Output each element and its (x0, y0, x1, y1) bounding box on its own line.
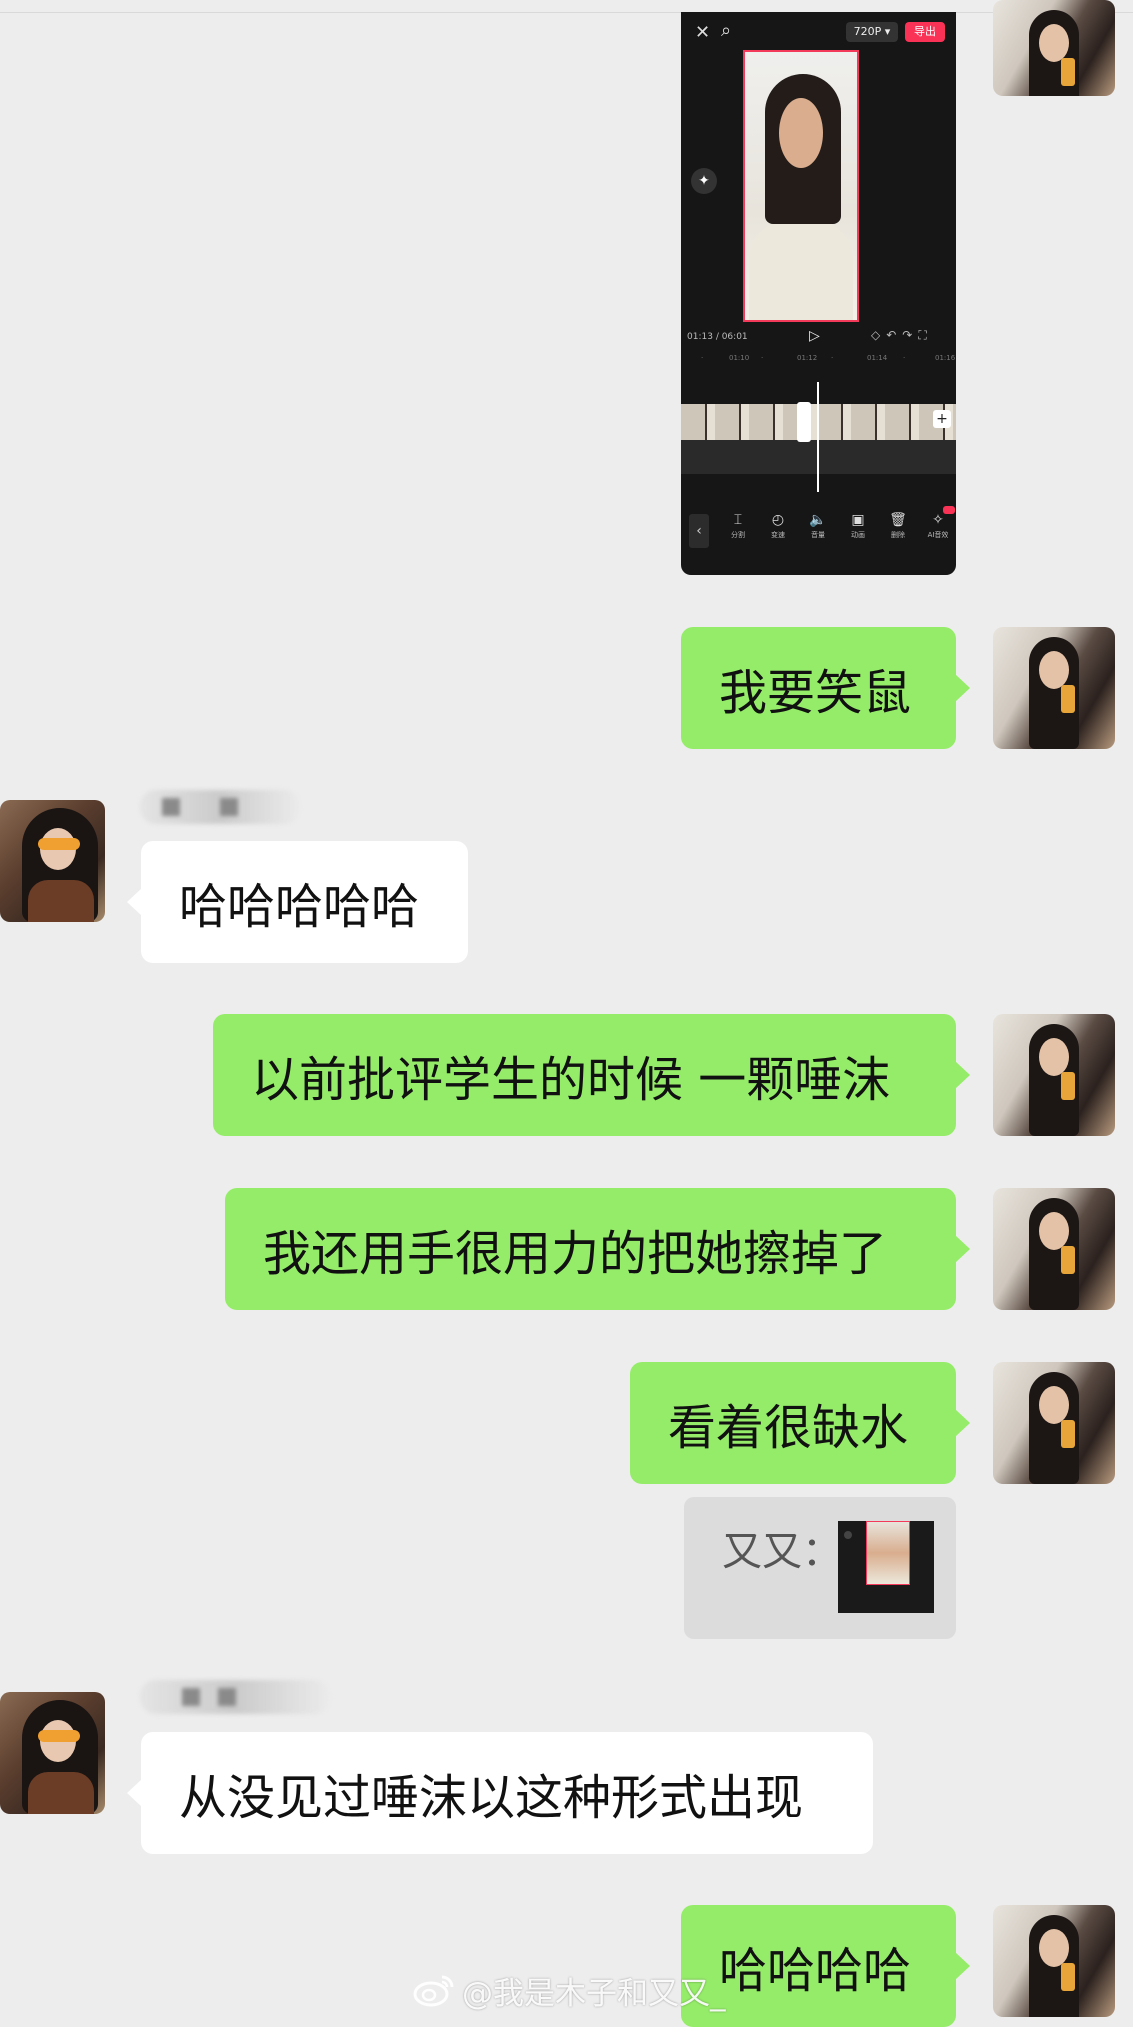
ruler-tick: 01:10 (729, 354, 750, 362)
tool-label: 删除 (891, 531, 905, 539)
tool-label: 动画 (851, 531, 865, 539)
timecode: 01:13 / 06:01 (687, 332, 748, 342)
message-text: 从没见过唾沫以这种形式出现 (179, 1770, 804, 1826)
edit-toolbar: ‹ ⌶ 分割 ◴ 变速 🔈 音量 ▣ 动画 🗑 删除 ✧ AI音效 (681, 508, 956, 558)
quote-sender: 又又： (722, 1529, 842, 1575)
avatar-me[interactable] (993, 627, 1115, 749)
avatar-me[interactable] (993, 1014, 1115, 1136)
chevron-left-icon: ‹ (689, 514, 709, 548)
ruler-tick: 01:14 (867, 354, 888, 362)
message-bubble-sent[interactable]: 看着很缺水 (630, 1362, 970, 1484)
video-editor-screenshot-message[interactable]: ✕ ⌕ 720P ▾ 导出 ✦ 01:13 / 06:01 ▷ ◇↶↷⛶ · 0… (681, 12, 956, 575)
quoted-image-thumbnail[interactable] (838, 1521, 934, 1613)
avatar-other[interactable] (0, 800, 105, 922)
message-text: 看着很缺水 (668, 1400, 909, 1456)
tool-label: 音量 (811, 531, 825, 539)
ai-effect-icon: ✧ (932, 512, 944, 528)
timeline-ruler: · 01:10 · 01:12 · 01:14 · 01:16 (681, 354, 956, 372)
speed-icon: ◴ (771, 512, 785, 528)
resolution-selector: 720P ▾ (846, 22, 898, 42)
avatar-me[interactable] (993, 1362, 1115, 1484)
animation-icon: ▣ (851, 512, 865, 528)
ruler-tick: · (903, 354, 906, 362)
message-text: 哈哈哈哈哈 (179, 879, 420, 935)
message-bubble-sent[interactable]: 以前批评学生的时候 一颗唾沫 (213, 1014, 970, 1136)
resolution-label: 720P (853, 25, 882, 38)
avatar-me[interactable] (993, 0, 1115, 96)
tool-ai-effect: ✧ AI音效 (921, 512, 955, 540)
weibo-logo-icon (413, 1975, 454, 2007)
sender-name-blurred (140, 790, 300, 824)
play-icon: ▷ (809, 328, 820, 344)
message-text: 我要笑鼠 (719, 665, 912, 721)
avatar-me[interactable] (993, 1188, 1115, 1310)
ruler-tick: 01:16 (935, 354, 956, 362)
avatar-other[interactable] (0, 1692, 105, 1814)
dropdown-arrow-icon: ▾ (884, 25, 891, 38)
time-total: / 06:01 (715, 332, 748, 342)
ruler-tick: · (761, 354, 764, 362)
ruler-tick: · (831, 354, 834, 362)
message-text: 以前批评学生的时候 一颗唾沫 (251, 1052, 891, 1108)
ruler-tick: 01:12 (797, 354, 818, 362)
tool-label: 变速 (771, 531, 785, 539)
message-bubble-sent[interactable]: 我要笑鼠 (681, 627, 970, 749)
message-bubble-received[interactable]: 哈哈哈哈哈 (127, 841, 468, 963)
watermark-text: @我是木子和又又_ (462, 1975, 726, 2012)
message-bubble-sent[interactable]: 我还用手很用力的把她擦掉了 (225, 1188, 970, 1310)
tool-delete: 🗑 删除 (881, 512, 915, 540)
new-badge (943, 506, 955, 514)
video-preview (743, 50, 859, 322)
close-icon: ✕ (695, 22, 711, 43)
time-current: 01:13 (687, 332, 713, 342)
avatar-me[interactable] (993, 1905, 1115, 2017)
tool-speed: ◴ 变速 (761, 512, 795, 540)
message-bubble-received[interactable]: 从没见过唾沫以这种形式出现 (127, 1732, 873, 1854)
sender-name-blurred (140, 1680, 330, 1714)
export-button: 导出 (905, 22, 945, 42)
tool-volume: 🔈 音量 (801, 512, 835, 540)
tool-label: 分割 (731, 531, 745, 539)
playhead (817, 382, 819, 492)
tool-split: ⌶ 分割 (721, 512, 755, 540)
message-text: 我还用手很用力的把她擦掉了 (263, 1226, 888, 1282)
message-text: 哈哈哈哈 (719, 1943, 912, 1999)
edit-controls-icons: ◇↶↷⛶ (871, 328, 933, 342)
tool-label: AI音效 (927, 531, 949, 539)
ruler-tick: · (701, 354, 704, 362)
tool-animation: ▣ 动画 (841, 512, 875, 540)
clip-handle (797, 402, 811, 442)
delete-icon: 🗑 (889, 512, 907, 528)
quoted-message[interactable]: 又又： (684, 1497, 956, 1639)
weibo-watermark: @我是木子和又又_ (412, 1968, 726, 2012)
split-icon: ⌶ (733, 512, 743, 528)
top-divider (0, 12, 1133, 13)
add-clip-icon: + (933, 410, 951, 428)
sparkle-icon: ✦ (691, 168, 717, 194)
volume-icon: 🔈 (809, 512, 827, 528)
search-icon: ⌕ (721, 20, 732, 41)
